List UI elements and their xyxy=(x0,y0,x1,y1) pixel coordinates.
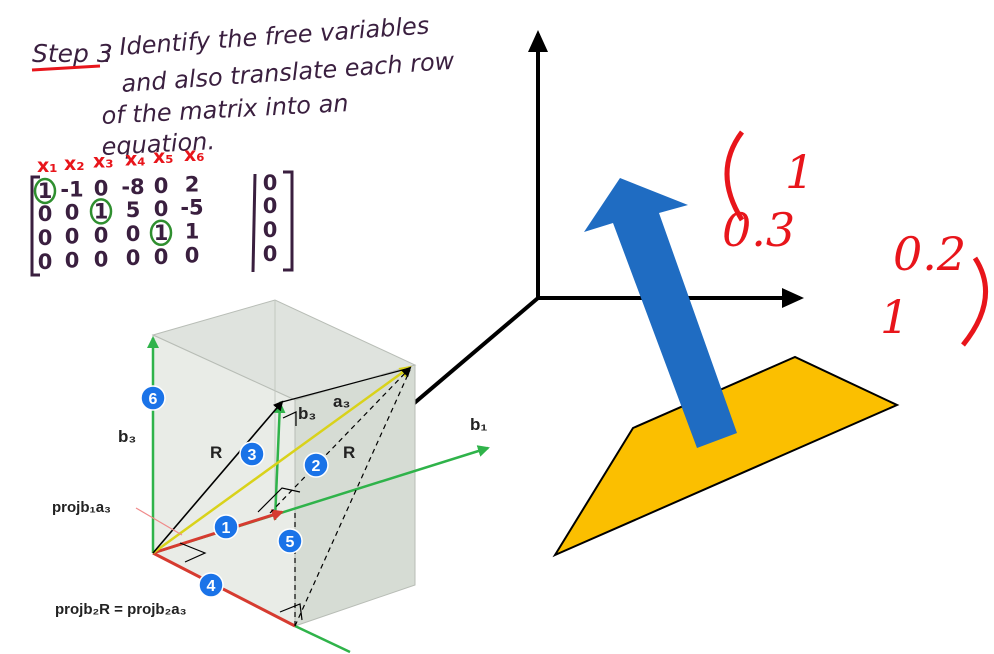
matrix-right-bracket xyxy=(283,170,294,272)
matrix-cell: 0 xyxy=(154,197,169,221)
matrix-cell: 5 xyxy=(126,198,141,222)
matrix-cell: 0 xyxy=(154,174,169,198)
matrix-cell: 0 xyxy=(263,218,278,242)
matrix-cells: 1 -1 0 -8 0 2 00 0 1 5 0 -5 00 0 0 0 1 1 00 0 0 0 0 0 0 xyxy=(33,171,278,274)
matrix-cell: 0 xyxy=(94,247,109,271)
matrix-header-6: x₆ xyxy=(184,144,205,166)
matrix-cell: 0 xyxy=(94,176,109,200)
red-right-paren xyxy=(961,256,988,347)
matrix-cell: 0 xyxy=(38,250,53,274)
red-value-bottom-right: 1 xyxy=(880,290,909,344)
matrix-cell: 1 xyxy=(154,221,169,245)
step-label: Step 3 xyxy=(32,39,113,68)
badge-4: 4 xyxy=(198,572,224,598)
svg-text:6: 6 xyxy=(149,391,158,408)
yellow-plane xyxy=(552,355,900,558)
b2-axis-tail xyxy=(294,624,351,654)
matrix-cell: 0 xyxy=(65,201,80,225)
matrix-cell: 1 xyxy=(38,179,53,203)
badge-1: 1 xyxy=(213,514,239,540)
matrix-cell: -8 xyxy=(121,175,144,199)
svg-text:3: 3 xyxy=(248,447,257,464)
matrix-cell: -5 xyxy=(180,196,203,220)
diagram-canvas: Step 3 : Identify the free variables and… xyxy=(30,11,988,654)
label-R-1: R xyxy=(210,443,222,462)
matrix-header-5: x₅ xyxy=(153,146,174,168)
matrix-cell: 0 xyxy=(263,194,278,218)
svg-text:4: 4 xyxy=(207,578,216,595)
label-b3-top: b₃ xyxy=(298,404,316,423)
label-b3-left: b₃ xyxy=(118,427,136,446)
svg-text:2: 2 xyxy=(312,458,321,475)
notes: Step 3 : Identify the free variables and… xyxy=(31,11,456,161)
matrix-cell: 0 xyxy=(263,171,278,195)
label-b1: b₁ xyxy=(470,415,487,434)
matrix-header-2: x₂ xyxy=(64,153,85,175)
augmented-matrix: x₁ x₂ x₃ x₄ x₅ x₆ 1 -1 0 -8 0 2 00 0 1 5 0 -5 00 0 0 0 1 1 00 0 0… xyxy=(30,144,294,277)
label-proj-b1: projb₁a₃ xyxy=(52,499,111,516)
badge-6: 6 xyxy=(140,385,166,411)
label-R-2: R xyxy=(343,443,355,462)
matrix-cell: 0 xyxy=(126,222,141,246)
badge-5: 5 xyxy=(277,528,303,554)
matrix-cell: 0 xyxy=(185,244,200,268)
matrix-header-1: x₁ xyxy=(37,155,58,177)
matrix-cell: 0 xyxy=(38,226,53,250)
qr-diagram: b₃ b₃ a₃ b₁ R R projb₁a₃ projb₂R = projb… xyxy=(52,299,490,654)
red-value-top-left: 1 xyxy=(785,145,814,199)
matrix-cell: 1 xyxy=(185,220,200,244)
matrix-cell: 0 xyxy=(154,245,169,269)
badge-2: 2 xyxy=(303,452,329,478)
svg-text:5: 5 xyxy=(286,534,295,551)
matrix-cell: 0 xyxy=(38,202,53,226)
red-matrix: 1 0.3 0.2 1 xyxy=(722,130,988,347)
matrix-cell: 0 xyxy=(263,242,278,266)
matrix-augment-bar xyxy=(251,173,257,273)
red-value-mid-left: 0.3 xyxy=(722,203,795,257)
label-a3: a₃ xyxy=(333,392,350,411)
step-colon: : xyxy=(104,39,112,68)
matrix-cell: 1 xyxy=(94,199,109,223)
label-proj-b2: projb₂R = projb₂a₃ xyxy=(55,601,187,618)
badge-3: 3 xyxy=(239,441,265,467)
blue-normal-arrow xyxy=(584,178,737,448)
matrix-cell: 2 xyxy=(185,173,200,197)
matrix-cell: -1 xyxy=(60,178,83,202)
matrix-cell: 0 xyxy=(65,249,80,273)
matrix-cell: 0 xyxy=(94,223,109,247)
svg-text:1: 1 xyxy=(222,520,231,537)
matrix-header-4: x₄ xyxy=(125,148,146,170)
matrix-header-3: x₃ xyxy=(93,151,114,173)
red-value-mid-right: 0.2 xyxy=(893,227,966,281)
matrix-cell: 0 xyxy=(126,246,141,270)
matrix-cell: 0 xyxy=(65,225,80,249)
